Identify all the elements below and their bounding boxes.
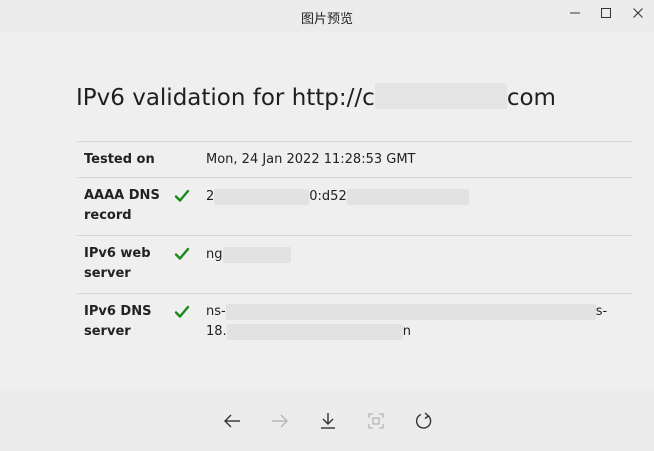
rotate-button[interactable]	[413, 410, 435, 432]
window-title: 图片预览	[300, 12, 353, 27]
table-row: AAAA DNS record 2 0:d52	[77, 178, 632, 236]
maximize-button[interactable]	[594, 4, 618, 22]
check-icon	[174, 189, 190, 202]
page-heading: IPv6 validation for http://c com	[76, 83, 556, 111]
download-icon	[321, 413, 335, 429]
close-icon	[633, 8, 643, 18]
row-label: IPv6 DNS server	[84, 304, 152, 339]
maximize-icon	[601, 8, 611, 18]
redacted-block	[225, 303, 596, 320]
fit-to-window-button[interactable]	[365, 410, 387, 432]
forward-arrow-icon	[272, 414, 288, 428]
table-row: IPv6 web server ng	[77, 236, 632, 294]
title-bar: 图片预览	[0, 0, 654, 33]
table-row: Tested on Mon, 24 Jan 2022 11:28:53 GMT	[77, 142, 632, 178]
row-value: Mon, 24 Jan 2022 11:28:53 GMT	[206, 152, 416, 167]
redacted-block	[346, 188, 469, 205]
row-value: 2 0:d52	[206, 187, 621, 207]
back-arrow-icon	[224, 414, 240, 428]
check-icon	[174, 247, 190, 260]
row-value: ng	[206, 245, 621, 265]
redacted-block	[222, 246, 291, 263]
row-label: AAAA DNS record	[84, 188, 160, 223]
check-icon	[174, 305, 190, 318]
image-content: IPv6 validation for http://c com Tested o…	[0, 33, 654, 390]
download-button[interactable]	[317, 410, 339, 432]
redacted-block	[214, 188, 310, 205]
value-line: ns-s-	[206, 303, 608, 320]
fit-to-window-icon	[368, 413, 384, 429]
previous-button[interactable]	[221, 410, 243, 432]
table-row: IPv6 DNS server ns-s- 18. n	[77, 294, 632, 351]
value-line: 18. n	[206, 323, 411, 340]
next-button[interactable]	[269, 410, 291, 432]
redacted-block	[226, 323, 403, 340]
preview-toolbar	[0, 390, 654, 451]
redacted-block	[374, 83, 507, 109]
validation-results-table: Tested on Mon, 24 Jan 2022 11:28:53 GMT …	[77, 141, 632, 351]
minimize-icon	[570, 12, 580, 14]
close-button[interactable]	[626, 4, 650, 22]
row-label: Tested on	[84, 152, 155, 167]
image-preview-window: 图片预览 IPv6 validation for http://c com Tes…	[0, 0, 654, 451]
row-value: ns-s- 18. n	[206, 302, 621, 342]
row-label: IPv6 web server	[84, 246, 151, 281]
minimize-button[interactable]	[563, 4, 587, 22]
rotate-icon	[415, 412, 432, 429]
